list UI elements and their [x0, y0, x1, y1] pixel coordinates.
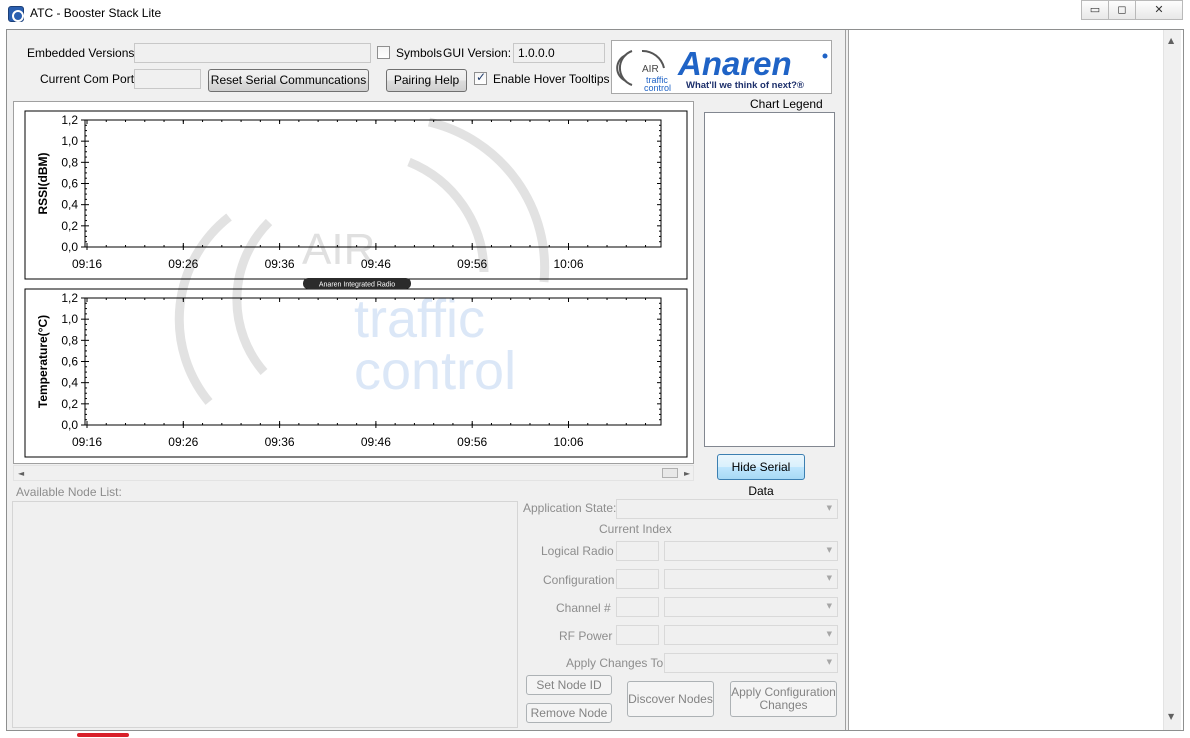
rf-power-index-field[interactable] — [616, 625, 659, 645]
hide-serial-data-button[interactable]: Hide Serial Data — [717, 454, 805, 498]
chart-1-ylabel: RSSI(dBM) — [36, 153, 50, 215]
chart-legend-title: Chart Legend — [750, 97, 823, 111]
chart-1-xtick-label: 09:56 — [457, 257, 487, 271]
chart-1-xtick-label: 09:16 — [72, 257, 102, 271]
chart-2-xtick-label: 09:16 — [72, 435, 102, 449]
app-icon — [8, 6, 24, 22]
chart-2-ytick-label: 0,2 — [61, 397, 78, 411]
discover-nodes-button[interactable]: Discover Nodes — [627, 681, 714, 717]
chart-1-ytick-label: 1,2 — [61, 113, 78, 127]
chart-2-xtick-label: 09:26 — [168, 435, 198, 449]
minimize-button[interactable]: ▭ — [1081, 0, 1109, 20]
apply-configuration-line2: Changes — [759, 698, 808, 712]
configuration-combo[interactable] — [664, 569, 838, 589]
maximize-button[interactable]: ◻ — [1108, 0, 1136, 20]
channel-index-field[interactable] — [616, 597, 659, 617]
current-com-port-label: Current Com Port: — [40, 72, 138, 86]
apply-changes-to-label: Apply Changes To — [566, 656, 664, 670]
pairing-help-button[interactable]: Pairing Help — [386, 69, 467, 92]
chart-2-xtick-label: 09:46 — [361, 435, 391, 449]
remove-node-button[interactable]: Remove Node — [526, 703, 612, 723]
available-node-list[interactable] — [12, 501, 518, 728]
chart-2-ytick-label: 1,2 — [61, 291, 78, 305]
hover-tooltips-label: Enable Hover Tooltips — [493, 72, 610, 86]
chart-1-ytick-label: 0,0 — [61, 240, 78, 254]
reset-serial-button[interactable]: Reset Serial Communcations — [208, 69, 369, 92]
chart-1-ytick-label: 1,0 — [61, 134, 78, 148]
apply-configuration-button[interactable]: Apply Configuration Changes — [730, 681, 837, 717]
chart-1-xtick-label: 10:06 — [553, 257, 583, 271]
embedded-versions-label: Embedded Versions: — [27, 46, 138, 60]
scroll-up-icon[interactable]: ▲ — [1168, 36, 1174, 45]
set-node-id-button[interactable]: Set Node ID — [526, 675, 612, 695]
anaren-logo: AIR traffic control Anaren What'll we th… — [611, 40, 832, 94]
scroll-down-icon[interactable]: ▼ — [1168, 712, 1174, 721]
available-node-list-label: Available Node List: — [16, 485, 122, 499]
channel-label: Channel # — [556, 601, 611, 615]
chart-2-ytick-label: 1,0 — [61, 312, 78, 326]
application-state-label: Application State: — [523, 501, 617, 515]
scroll-left-icon[interactable]: ◄ — [18, 469, 24, 478]
channel-combo[interactable] — [664, 597, 838, 617]
embedded-versions-field — [134, 43, 371, 63]
scroll-right-icon[interactable]: ► — [684, 469, 690, 478]
chart-1-ytick-label: 0,8 — [61, 155, 78, 169]
current-index-label: Current Index — [599, 522, 672, 536]
close-button[interactable]: ✕ — [1135, 0, 1183, 20]
serial-data-panel[interactable] — [849, 30, 1163, 730]
chart-2-ytick-label: 0,4 — [61, 376, 78, 390]
apply-changes-to-combo[interactable] — [664, 653, 838, 673]
watermark-caption-text: Anaren Integrated Radio — [319, 282, 395, 289]
current-com-port-field — [134, 69, 201, 89]
chart-2-ylabel: Temperature(°C) — [36, 315, 50, 408]
application-state-combo[interactable] — [616, 499, 838, 519]
symbols-label: Symbols — [396, 46, 443, 60]
logo-badge-air: AIR — [642, 64, 659, 75]
watermark-caption: Anaren Integrated Radio — [303, 278, 411, 289]
logo-brand-text: Anaren — [677, 45, 792, 82]
hscroll-thumb[interactable] — [662, 468, 678, 478]
chart-1-ytick-label: 0,2 — [61, 219, 78, 233]
chart-2-ytick-label: 0,0 — [61, 418, 78, 432]
serial-data-scrollbar[interactable]: ▲ ▼ — [1163, 30, 1181, 730]
chart-2-xtick-label: 10:06 — [553, 435, 583, 449]
rf-power-combo[interactable] — [664, 625, 838, 645]
watermark-control: control — [354, 341, 516, 401]
logical-radio-index-field[interactable] — [616, 541, 659, 561]
logo-tagline: What'll we think of next?® — [686, 80, 804, 91]
gui-version-field: 1.0.0.0 — [513, 43, 605, 63]
chart-2-xtick-label: 09:56 — [457, 435, 487, 449]
configuration-label: Configuration — [543, 573, 615, 587]
rf-power-label: RF Power — [559, 629, 613, 643]
chart-1-ytick-label: 0,4 — [61, 198, 78, 212]
chart-2-ytick-label: 0,6 — [61, 355, 78, 369]
symbols-checkbox[interactable] — [377, 46, 390, 59]
title-bar — [0, 0, 1190, 30]
chart-area[interactable]: AIR traffic control 0,0 0,2 0,4 0,6 0,8 1,0 1,… — [13, 101, 694, 464]
gui-version-label: GUI Version: — [443, 46, 512, 60]
chart-1-ytick-label: 0,6 — [61, 177, 78, 191]
chart-hscrollbar[interactable]: ◄ ► — [13, 465, 694, 481]
chart-1-xtick-label: 09:36 — [265, 257, 295, 271]
chart-2-xtick-label: 09:36 — [265, 435, 295, 449]
logical-radio-combo[interactable] — [664, 541, 838, 561]
chart-1-xtick-label: 09:26 — [168, 257, 198, 271]
chart-legend-box — [704, 112, 835, 447]
charts-svg: AIR traffic control 0,00,20,40,60,81,01,… — [24, 110, 688, 458]
hover-tooltips-checkbox[interactable] — [474, 70, 487, 85]
logo-badge-control: control — [644, 83, 671, 93]
logical-radio-label: Logical Radio — [541, 544, 614, 558]
chart-2-ytick-label: 0,8 — [61, 333, 78, 347]
taskbar-accent — [77, 733, 129, 737]
window-title: ATC - Booster Stack Lite — [30, 6, 162, 20]
configuration-index-field[interactable] — [616, 569, 659, 589]
chart-1-xtick-label: 09:46 — [361, 257, 391, 271]
